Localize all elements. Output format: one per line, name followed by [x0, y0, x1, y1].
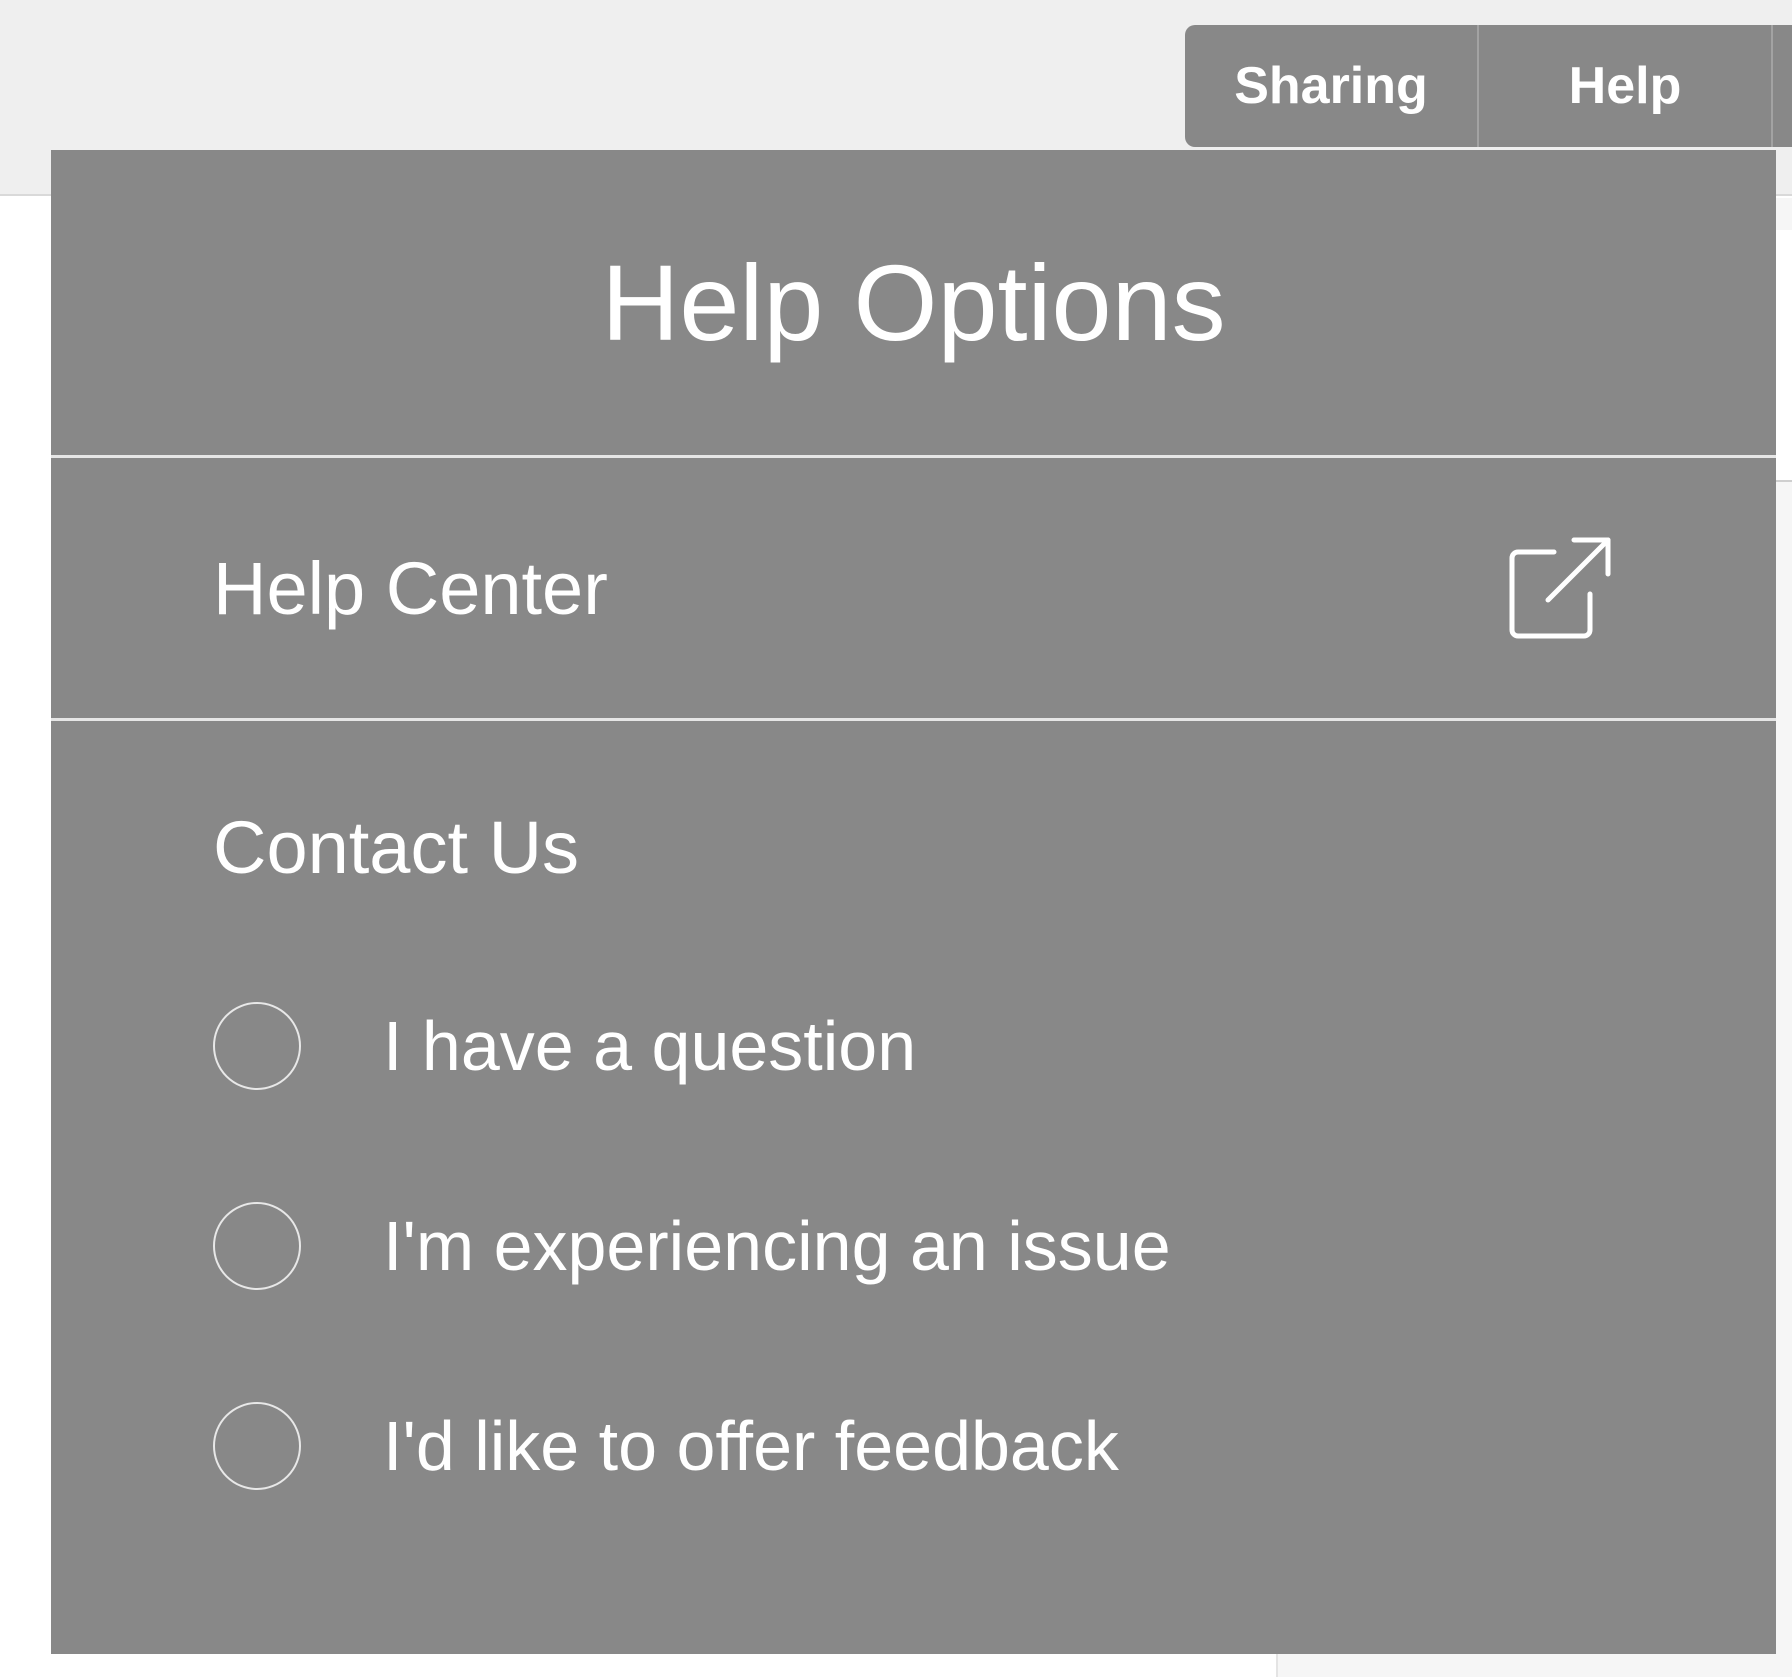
contact-us-section: Contact Us I have a question I'm experie… [51, 721, 1776, 1492]
radio-button[interactable] [213, 1202, 301, 1290]
radio-button[interactable] [213, 1402, 301, 1490]
option-feedback[interactable]: I'd like to offer feedback [213, 1400, 1776, 1492]
help-center-label: Help Center [213, 546, 608, 630]
help-center-link[interactable]: Help Center [51, 458, 1776, 721]
background-card [1776, 230, 1792, 480]
top-nav: Sharing Help [1185, 25, 1792, 147]
help-options-dropdown: Help Options Help Center Contact Us I ha… [51, 150, 1776, 1654]
option-label: I have a question [383, 1007, 917, 1085]
sharing-button[interactable]: Sharing [1185, 25, 1479, 147]
help-options-title: Help Options [51, 150, 1776, 458]
contact-us-heading: Contact Us [213, 806, 580, 889]
background-divider [1776, 480, 1792, 482]
help-button[interactable]: Help [1479, 25, 1773, 147]
next-nav-button[interactable] [1773, 25, 1792, 147]
option-issue[interactable]: I'm experiencing an issue [213, 1200, 1776, 1292]
option-label: I'd like to offer feedback [383, 1407, 1119, 1485]
option-label: I'm experiencing an issue [383, 1207, 1171, 1285]
radio-button[interactable] [213, 1002, 301, 1090]
external-link-icon [1509, 537, 1611, 639]
option-question[interactable]: I have a question [213, 1000, 1776, 1092]
